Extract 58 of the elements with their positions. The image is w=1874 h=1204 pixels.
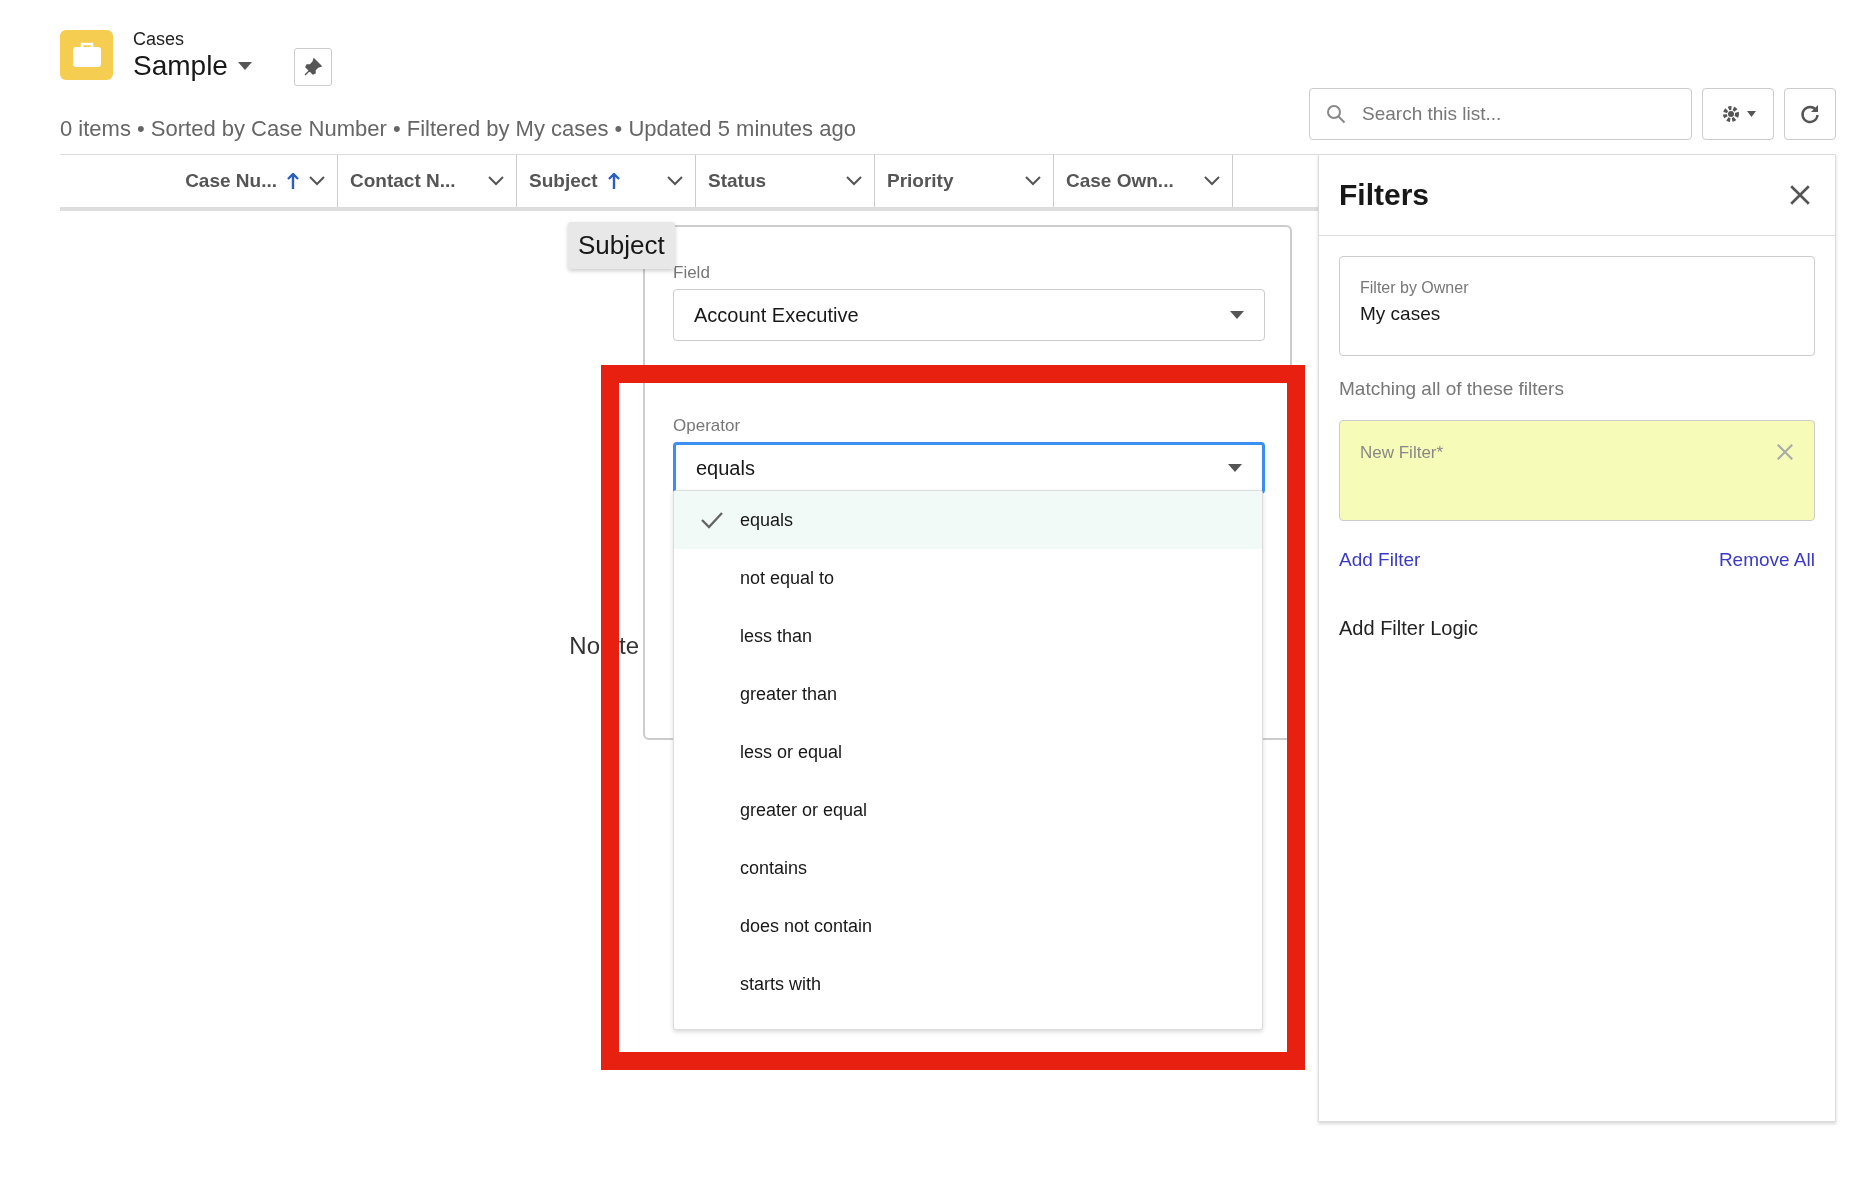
operator-label: Operator (673, 416, 742, 436)
matching-label: Matching all of these filters (1339, 378, 1565, 400)
caret-icon (237, 60, 252, 71)
column-header[interactable]: Case Own... (1054, 155, 1233, 207)
empty-message: te (619, 632, 639, 660)
dropdown-option[interactable]: less or equal (674, 723, 1262, 781)
close-icon (1776, 443, 1794, 461)
settings-button[interactable] (1702, 88, 1774, 140)
empty-message: No (569, 632, 600, 660)
check-icon (700, 511, 724, 529)
chevron-down-icon (1025, 176, 1041, 186)
field-select[interactable]: Account Executive (673, 289, 1265, 341)
chevron-down-icon (1204, 176, 1220, 186)
remove-all-link[interactable]: Remove All (1718, 549, 1815, 571)
field-label: Field (673, 263, 711, 283)
dropdown-option[interactable]: contains (674, 839, 1262, 897)
sort-arrow-icon (287, 173, 299, 189)
close-icon (1789, 184, 1811, 206)
dropdown-option[interactable]: equals (674, 491, 1262, 549)
panel-title: Filters (1339, 178, 1430, 212)
object-name: Cases (133, 28, 186, 50)
tooltip: Subject (568, 222, 675, 269)
column-header[interactable]: Status (696, 155, 875, 207)
column-header[interactable]: Priority (875, 155, 1054, 207)
chevron-down-icon (667, 176, 683, 186)
cases-app-icon (60, 30, 113, 80)
add-filter-link[interactable]: Add Filter (1339, 549, 1421, 571)
list-summary: 0 items • Sorted by Case Number • Filtered by My cases • Updated 5 minutes ago (60, 116, 856, 142)
pin-icon (303, 58, 322, 76)
operator-select[interactable]: equals (673, 442, 1265, 494)
search-icon (1326, 104, 1346, 124)
filter-label: New Filter* (1360, 443, 1444, 463)
column-header[interactable]: Case Nu... (60, 155, 338, 207)
caret-icon (1228, 463, 1242, 473)
chevron-down-icon (488, 176, 504, 186)
settings-icon (1720, 104, 1741, 124)
dropdown-option[interactable]: greater than (674, 665, 1262, 723)
sort-arrow-icon (607, 173, 620, 189)
search-field[interactable]: Search this list... (1309, 88, 1692, 140)
chevron-down-icon (846, 176, 862, 186)
column-header[interactable]: Subject (517, 155, 696, 207)
caret-icon (1746, 111, 1756, 117)
column-header[interactable]: Contact N... (338, 155, 517, 207)
dropdown-option[interactable]: less than (674, 607, 1262, 665)
dropdown-option[interactable]: not equal to (674, 549, 1262, 607)
dropdown-option[interactable]: does not contain (674, 897, 1262, 955)
caret-icon (1230, 310, 1244, 320)
filter-value: My cases (1360, 303, 1442, 325)
dropdown-option[interactable]: greater or equal (674, 781, 1262, 839)
pin-button[interactable] (293, 48, 332, 86)
list-view-title[interactable]: Sample (133, 49, 228, 82)
refresh-icon (1799, 103, 1821, 125)
refresh-button[interactable] (1784, 88, 1836, 140)
owner-filter-card[interactable]: Filter by Owner My cases (1339, 256, 1815, 356)
filter-label: Filter by Owner (1360, 279, 1470, 297)
dropdown-option[interactable]: starts with (674, 955, 1262, 1013)
chevron-down-icon (309, 176, 325, 186)
add-filter-logic-link[interactable]: Add Filter Logic (1339, 617, 1815, 640)
